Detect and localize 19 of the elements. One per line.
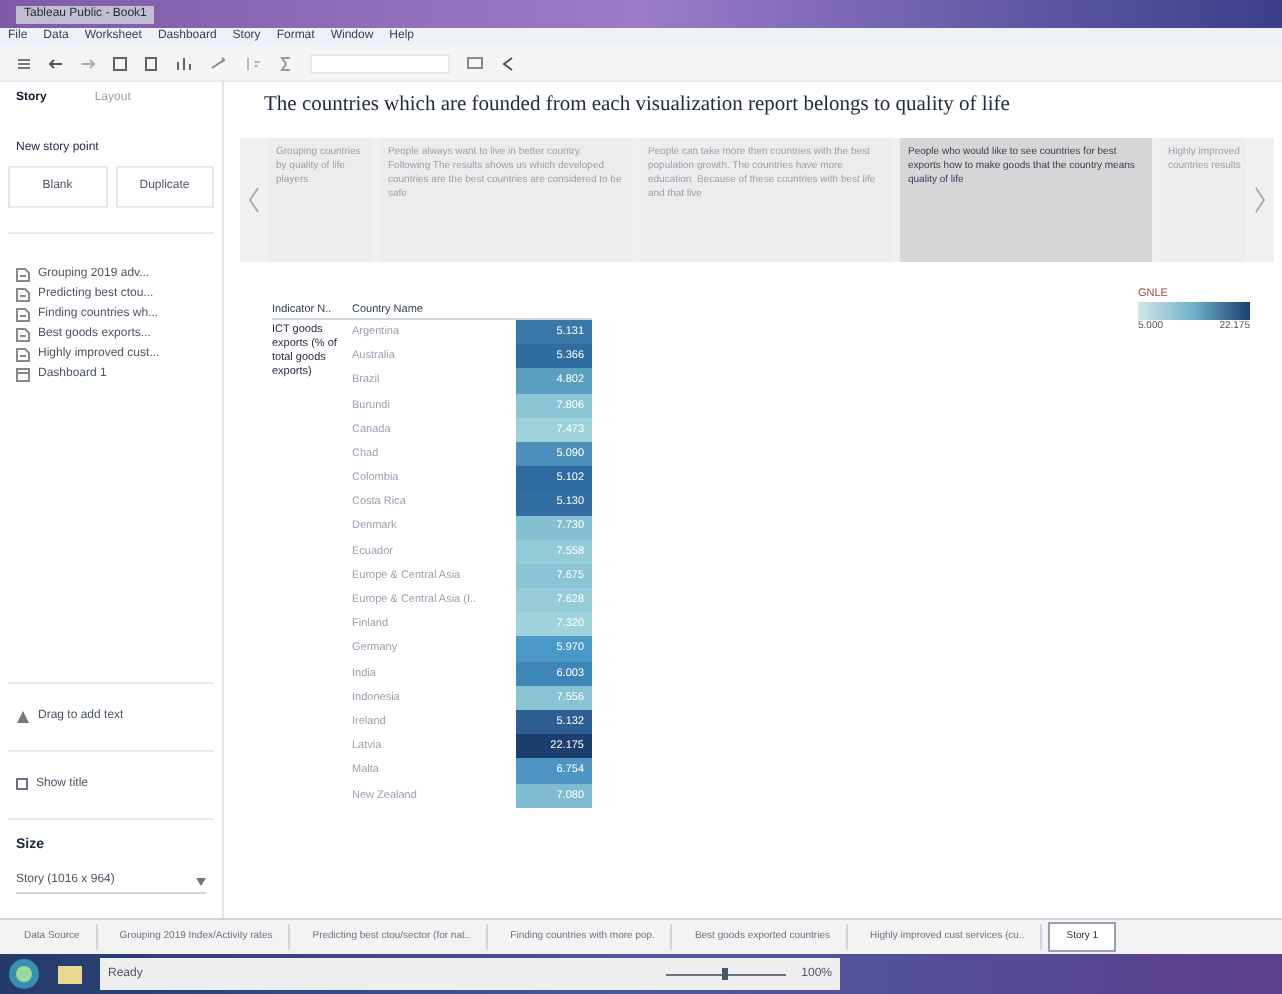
sheet-icon xyxy=(16,268,30,282)
chart-icon[interactable] xyxy=(176,55,194,71)
menu-icon[interactable] xyxy=(16,55,32,71)
color-legend-ramp xyxy=(1138,302,1250,320)
sheet-icon xyxy=(16,348,30,362)
checkbox[interactable] xyxy=(16,778,28,790)
sheet-icon xyxy=(16,328,30,342)
sheet-icon xyxy=(16,288,30,302)
back-icon[interactable] xyxy=(48,55,64,71)
dashboard-icon xyxy=(16,368,30,382)
story-title: The countries which are founded from each visualization report belongs to quality of life xyxy=(264,92,1012,120)
text-icon xyxy=(16,709,30,723)
presentation-icon[interactable] xyxy=(466,55,484,71)
zoom-slider-thumb[interactable] xyxy=(722,968,729,980)
start-icon[interactable] xyxy=(8,958,40,990)
sum-icon[interactable] xyxy=(278,55,294,71)
sheet-icon xyxy=(16,308,30,322)
dropdown-arrow-icon xyxy=(196,877,206,885)
folder-icon[interactable] xyxy=(56,962,84,986)
